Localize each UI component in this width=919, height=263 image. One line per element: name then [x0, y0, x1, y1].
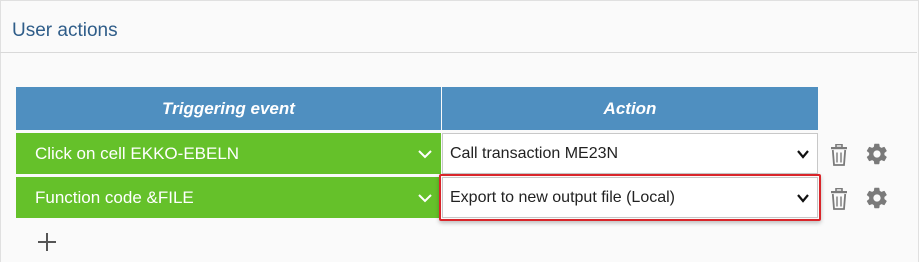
section-title: User actions	[12, 20, 118, 41]
chevron-down-icon	[797, 150, 809, 159]
action-select-row-1[interactable]: Call transaction ME23N	[442, 133, 818, 174]
title-divider	[0, 52, 917, 53]
action-select-value: Call transaction ME23N	[450, 144, 619, 162]
trigger-select-row-1[interactable]: Click on cell EKKO-EBELN	[16, 133, 441, 174]
trash-icon	[831, 144, 847, 166]
column-header-triggering-event: Triggering event	[16, 87, 441, 130]
user-actions-panel	[0, 0, 919, 262]
settings-row-2-button[interactable]	[864, 185, 890, 211]
gear-icon	[866, 143, 887, 165]
chevron-down-icon	[418, 150, 432, 159]
delete-row-1-button[interactable]	[826, 142, 852, 168]
chevron-down-icon	[797, 194, 809, 203]
trigger-select-value: Click on cell EKKO-EBELN	[35, 143, 240, 163]
trash-icon	[831, 188, 847, 210]
gear-icon	[866, 187, 887, 209]
plus-icon	[38, 233, 56, 251]
chevron-down-icon	[418, 194, 432, 203]
trigger-select-value: Function code &FILE	[35, 187, 194, 207]
trigger-select-row-2[interactable]: Function code &FILE	[16, 177, 441, 218]
settings-row-1-button[interactable]	[864, 141, 890, 167]
delete-row-2-button[interactable]	[826, 186, 852, 212]
add-action-button[interactable]	[36, 231, 58, 253]
column-header-action: Action	[442, 87, 818, 130]
action-select-value: Export to new output file (Local)	[450, 188, 676, 206]
action-select-row-2[interactable]: Export to new output file (Local)	[442, 177, 818, 218]
